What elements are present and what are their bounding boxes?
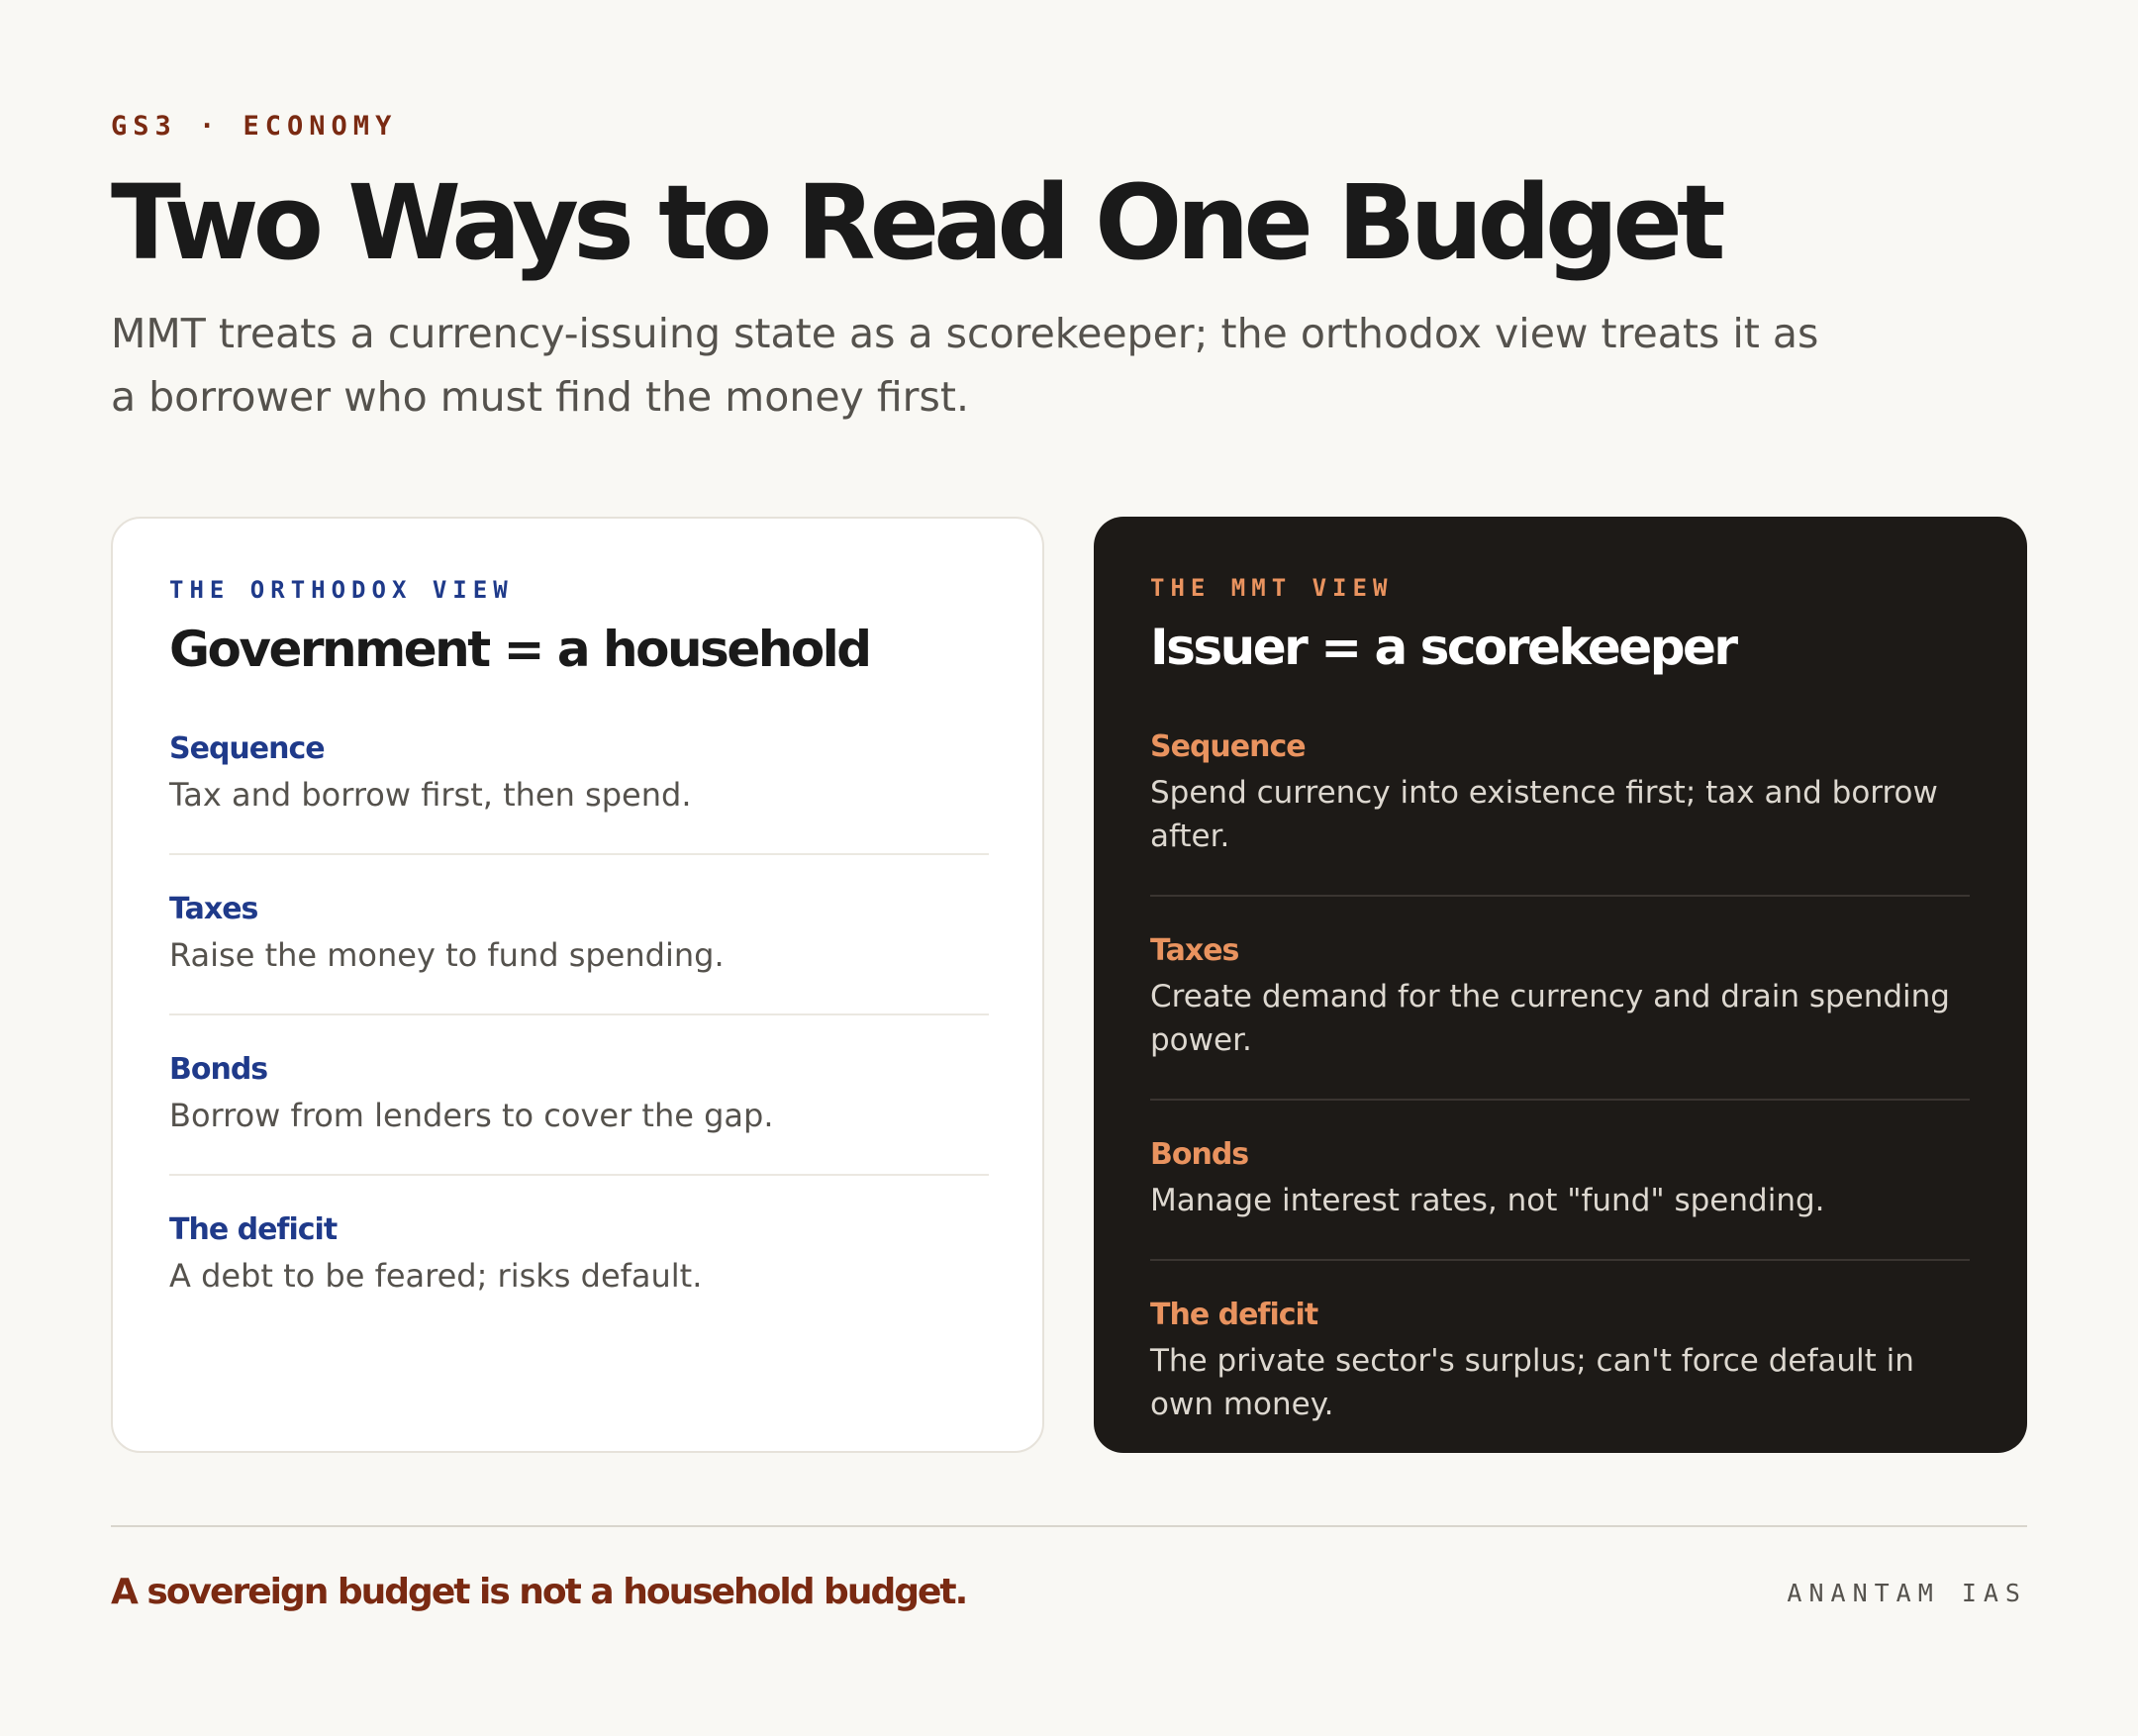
row-text: Tax and borrow first, then spend.	[169, 776, 692, 814]
page-subtitle: MMT treats a currency-issuing state as a…	[111, 310, 1819, 421]
comparison-row-taxes: Taxes Raise the money to fund spending.	[169, 853, 989, 1013]
page-title: Two Ways to Read One Budget	[111, 162, 1726, 283]
footer-tagline: A sovereign budget is not a household bu…	[111, 1572, 968, 1612]
comparison-row-bonds: Bonds Manage interest rates, not "fund" …	[1150, 1099, 1970, 1259]
row-text: The private sector's surplus; can't forc…	[1150, 1343, 1914, 1422]
row-label: Sequence	[1150, 729, 1307, 764]
row-text: Borrow from lenders to cover the gap.	[169, 1097, 774, 1134]
comparison-list: Sequence Spend currency into existence f…	[1150, 727, 1970, 1463]
comparison-row-sequence: Sequence Tax and borrow first, then spen…	[169, 729, 989, 853]
mmt-view-card: THE MMT VIEW Issuer = a scorekeeper Sequ…	[1094, 517, 2027, 1453]
row-label: Taxes	[1150, 933, 1239, 968]
comparison-row-deficit: The deficit The private sector's surplus…	[1150, 1259, 1970, 1463]
row-label: Bonds	[169, 1052, 268, 1087]
card-kicker: THE ORTHODOX VIEW	[169, 576, 514, 604]
brand-name: ANANTAM IAS	[1787, 1579, 2027, 1607]
row-text: Manage interest rates, not "fund" spendi…	[1150, 1183, 1825, 1218]
row-label: The deficit	[1150, 1298, 1318, 1332]
footer-divider	[111, 1525, 2027, 1527]
comparison-list: Sequence Tax and borrow first, then spen…	[169, 729, 989, 1334]
section-kicker: GS3 · ECONOMY	[111, 111, 398, 142]
card-title: Issuer = a scorekeeper	[1150, 619, 1738, 676]
row-label: The deficit	[169, 1212, 338, 1247]
row-text: A debt to be feared; risks default.	[169, 1257, 703, 1295]
row-label: Bonds	[1150, 1137, 1249, 1172]
comparison-row-deficit: The deficit A debt to be feared; risks d…	[169, 1174, 989, 1334]
comparison-row-taxes: Taxes Create demand for the currency and…	[1150, 895, 1970, 1099]
row-text: Create demand for the currency and drain…	[1150, 979, 1950, 1058]
row-label: Taxes	[169, 892, 258, 926]
row-label: Sequence	[169, 731, 326, 766]
comparison-row-sequence: Sequence Spend currency into existence f…	[1150, 727, 1970, 895]
row-text: Spend currency into existence first; tax…	[1150, 775, 1938, 854]
card-kicker: THE MMT VIEW	[1150, 574, 1394, 602]
page: GS3 · ECONOMY Two Ways to Read One Budge…	[111, 0, 2027, 1736]
card-title: Government = a household	[169, 621, 872, 678]
orthodox-view-card: THE ORTHODOX VIEW Government = a househo…	[111, 517, 1044, 1453]
comparison-row-bonds: Bonds Borrow from lenders to cover the g…	[169, 1013, 989, 1174]
row-text: Raise the money to fund spending.	[169, 936, 725, 974]
